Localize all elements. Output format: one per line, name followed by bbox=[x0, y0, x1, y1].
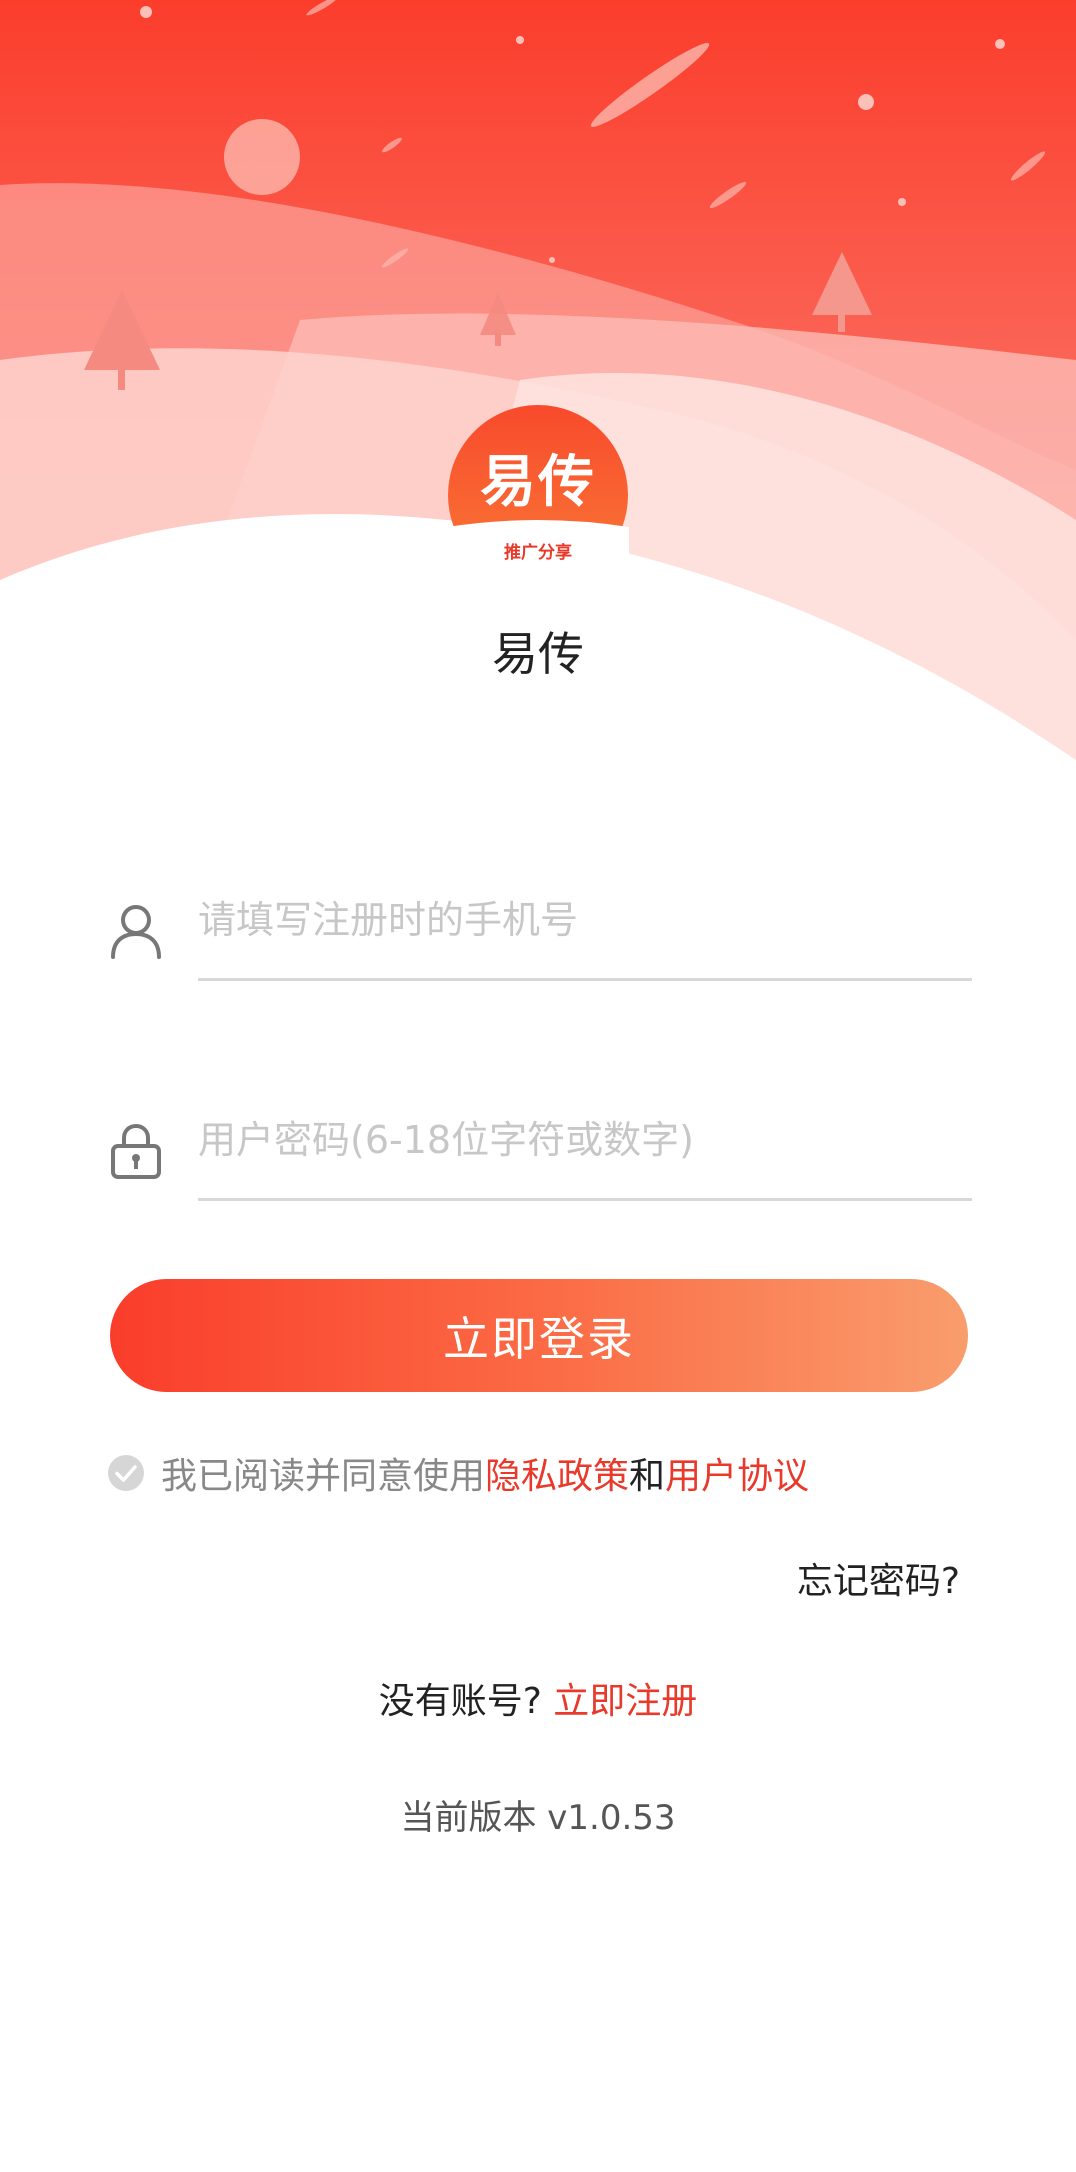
forgot-password-link[interactable]: 忘记密码? bbox=[797, 1552, 960, 1604]
password-underline bbox=[198, 1198, 972, 1201]
agreement-row: 我已阅读并同意使用 隐私政策 和 用户协议 bbox=[107, 1448, 809, 1498]
user-icon bbox=[110, 903, 162, 959]
check-circle-icon[interactable] bbox=[107, 1454, 145, 1492]
login-button[interactable]: 立即登录 bbox=[110, 1279, 968, 1392]
agreement-conjunction: 和 bbox=[629, 1456, 666, 1497]
logo-main-text: 易传 bbox=[480, 450, 596, 515]
agreement-text: 我已阅读并同意使用 bbox=[161, 1456, 486, 1497]
version-text: 当前版本 v1.0.53 bbox=[400, 1798, 676, 1838]
phone-field bbox=[110, 875, 972, 981]
logo-sub-text: 推广分享 bbox=[504, 543, 572, 563]
register-link[interactable]: 立即注册 bbox=[553, 1681, 697, 1722]
register-row: 没有账号? 立即注册 bbox=[0, 1672, 1076, 1724]
privacy-policy-link[interactable]: 隐私政策 bbox=[485, 1447, 629, 1499]
app-name: 易传 bbox=[492, 627, 584, 681]
phone-underline bbox=[198, 978, 972, 981]
app-logo: 易传 推广分享 bbox=[447, 405, 629, 577]
password-field bbox=[110, 1095, 972, 1201]
lock-icon bbox=[110, 1123, 162, 1179]
user-agreement-link[interactable]: 用户协议 bbox=[665, 1447, 809, 1499]
password-input[interactable] bbox=[198, 1105, 972, 1175]
register-question: 没有账号? bbox=[378, 1681, 542, 1722]
phone-input[interactable] bbox=[198, 885, 972, 955]
